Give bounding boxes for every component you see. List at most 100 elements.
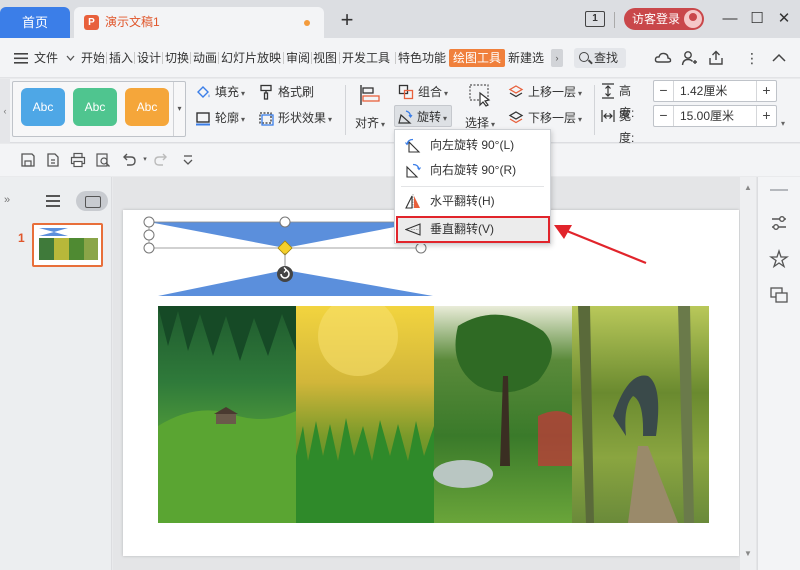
slide-panel: » 1 xyxy=(0,177,112,570)
menu-divider xyxy=(190,52,191,64)
shape-effects-label: 形状效果 xyxy=(278,111,327,125)
title-bar: 首页 P 演示文稿1 + 1 访客登录 — ☐ ✕ xyxy=(0,0,800,38)
shape-effects-button[interactable]: 形状效果 ▾ xyxy=(256,107,332,129)
cloud-sync-icon[interactable] xyxy=(654,49,672,67)
rotate-button[interactable]: 旋转 ▾ xyxy=(394,105,452,127)
slide-thumbnail[interactable] xyxy=(32,223,103,267)
paint-bucket-icon xyxy=(197,86,210,98)
export-icon[interactable] xyxy=(707,49,725,67)
hamburger-icon xyxy=(14,53,28,64)
slide-transition-icon[interactable] xyxy=(769,285,789,305)
outline-icon xyxy=(196,112,210,126)
more-options-icon[interactable]: ⋮ xyxy=(743,49,761,67)
group-button[interactable]: 组合 ▾ xyxy=(396,81,448,103)
scroll-down-icon[interactable]: ▼ xyxy=(744,549,752,558)
ribbon-divider xyxy=(594,85,595,135)
gallery-more-icon[interactable]: ▾ xyxy=(173,82,185,136)
chevron-down-icon[interactable] xyxy=(66,55,75,61)
shape-style-green[interactable]: Abc xyxy=(73,88,117,126)
menu-start[interactable]: 开始 xyxy=(81,49,105,67)
animation-star-icon[interactable] xyxy=(769,249,789,269)
scroll-up-icon[interactable]: ▲ xyxy=(744,183,752,192)
menu-separator xyxy=(401,186,544,187)
outline-view-icon[interactable] xyxy=(46,195,60,207)
annotation-arrow-icon xyxy=(554,225,647,265)
height-decrease-button[interactable]: − xyxy=(654,81,674,101)
properties-icon[interactable] xyxy=(769,213,789,233)
rotate-right-icon xyxy=(406,163,421,178)
export-pdf-icon[interactable] xyxy=(45,152,61,168)
shape-styles-gallery: Abc Abc Abc ▾ xyxy=(12,81,186,137)
landscape-photos[interactable] xyxy=(158,306,709,523)
menu-developer[interactable]: 开发工具 xyxy=(342,49,390,67)
width-increase-button[interactable]: + xyxy=(756,106,776,126)
shape-style-orange[interactable]: Abc xyxy=(125,88,169,126)
outline-button[interactable]: 轮廓 ▾ xyxy=(193,107,245,129)
menu-transition[interactable]: 切换 xyxy=(165,49,189,67)
new-tab-button[interactable]: + xyxy=(336,9,358,33)
customize-toolbar-icon[interactable] xyxy=(180,152,196,168)
group-label: 组合 xyxy=(418,85,443,99)
ribbon-scroll-left-icon[interactable]: ‹ xyxy=(0,79,10,143)
menu-animation[interactable]: 动画 xyxy=(193,49,217,67)
send-backward-button[interactable]: 下移一层 ▾ xyxy=(506,107,582,129)
sidebar-grip xyxy=(770,189,788,191)
print-preview-icon[interactable] xyxy=(95,152,111,168)
share-user-icon[interactable] xyxy=(680,49,698,67)
ribbon-divider xyxy=(345,85,346,135)
menu-review[interactable]: 审阅 xyxy=(286,49,310,67)
undo-dropdown-icon[interactable]: ▾ xyxy=(137,152,153,168)
undo-icon[interactable] xyxy=(121,152,137,168)
menu-insert[interactable]: 插入 xyxy=(109,49,133,67)
guest-login-button[interactable]: 访客登录 xyxy=(624,8,704,30)
thumbnail-view-icon[interactable] xyxy=(76,191,108,211)
menu-slideshow[interactable]: 幻灯片放映 xyxy=(221,49,281,67)
rotate-right-90-item[interactable]: 向右旋转 90°(R) xyxy=(397,158,548,183)
chevron-right-icon[interactable]: › xyxy=(551,49,563,67)
fill-button[interactable]: 填充 ▾ xyxy=(193,81,245,103)
format-painter-button[interactable]: 格式刷 xyxy=(256,81,314,103)
tab-document[interactable]: P 演示文稿1 xyxy=(74,7,324,38)
height-field[interactable]: − 1.42厘米 + xyxy=(653,80,777,102)
width-value[interactable]: 15.00厘米 xyxy=(680,106,734,126)
login-label: 访客登录 xyxy=(632,12,681,26)
group-icon xyxy=(398,84,414,100)
align-button[interactable]: 对齐 ▾ xyxy=(352,81,388,137)
shape-style-blue[interactable]: Abc xyxy=(21,88,65,126)
save-icon[interactable] xyxy=(20,152,36,168)
align-icon xyxy=(360,85,380,105)
slide-thumbnail-preview xyxy=(34,225,101,265)
width-field[interactable]: − 15.00厘米 + xyxy=(653,105,777,127)
size-dialog-launcher-icon[interactable]: ▾ xyxy=(781,119,785,128)
menu-divider xyxy=(395,52,396,64)
menu-new-selection[interactable]: 新建选 xyxy=(508,49,544,67)
height-increase-button[interactable]: + xyxy=(756,81,776,101)
rotate-left-90-item[interactable]: 向左旋转 90°(L) xyxy=(397,133,548,158)
format-painter-label: 格式刷 xyxy=(278,85,315,99)
flip-horizontal-icon xyxy=(405,194,420,209)
outline-label: 轮廓 xyxy=(215,111,240,125)
expand-panel-icon[interactable]: » xyxy=(4,194,10,206)
minimize-button[interactable]: — xyxy=(719,7,741,31)
file-menu[interactable]: 文件 xyxy=(14,49,62,67)
maximize-button[interactable]: ☐ xyxy=(746,7,768,31)
menu-design[interactable]: 设计 xyxy=(137,49,161,67)
bring-forward-button[interactable]: 上移一层 ▾ xyxy=(506,81,582,103)
flip-horizontal-item[interactable]: 水平翻转(H) xyxy=(397,189,548,214)
width-decrease-button[interactable]: − xyxy=(654,106,674,126)
print-icon[interactable] xyxy=(70,152,86,168)
menu-drawing-tools[interactable]: 绘图工具 xyxy=(449,49,506,67)
vertical-scrollbar[interactable]: ▲ ▼ xyxy=(740,177,756,570)
rotate-label: 旋转 xyxy=(417,110,442,124)
menu-special[interactable]: 特色功能 xyxy=(398,49,446,67)
chevron-up-icon[interactable] xyxy=(770,49,788,67)
menu-view[interactable]: 视图 xyxy=(313,49,337,67)
redo-icon[interactable] xyxy=(153,152,169,168)
window-count-badge[interactable]: 1 xyxy=(585,11,605,27)
tab-home[interactable]: 首页 xyxy=(0,7,70,38)
rotate-left-icon xyxy=(405,138,421,153)
close-button[interactable]: ✕ xyxy=(773,7,795,31)
width-icon xyxy=(601,110,615,122)
height-value[interactable]: 1.42厘米 xyxy=(680,81,727,101)
search-button[interactable]: 查找 xyxy=(574,48,626,68)
